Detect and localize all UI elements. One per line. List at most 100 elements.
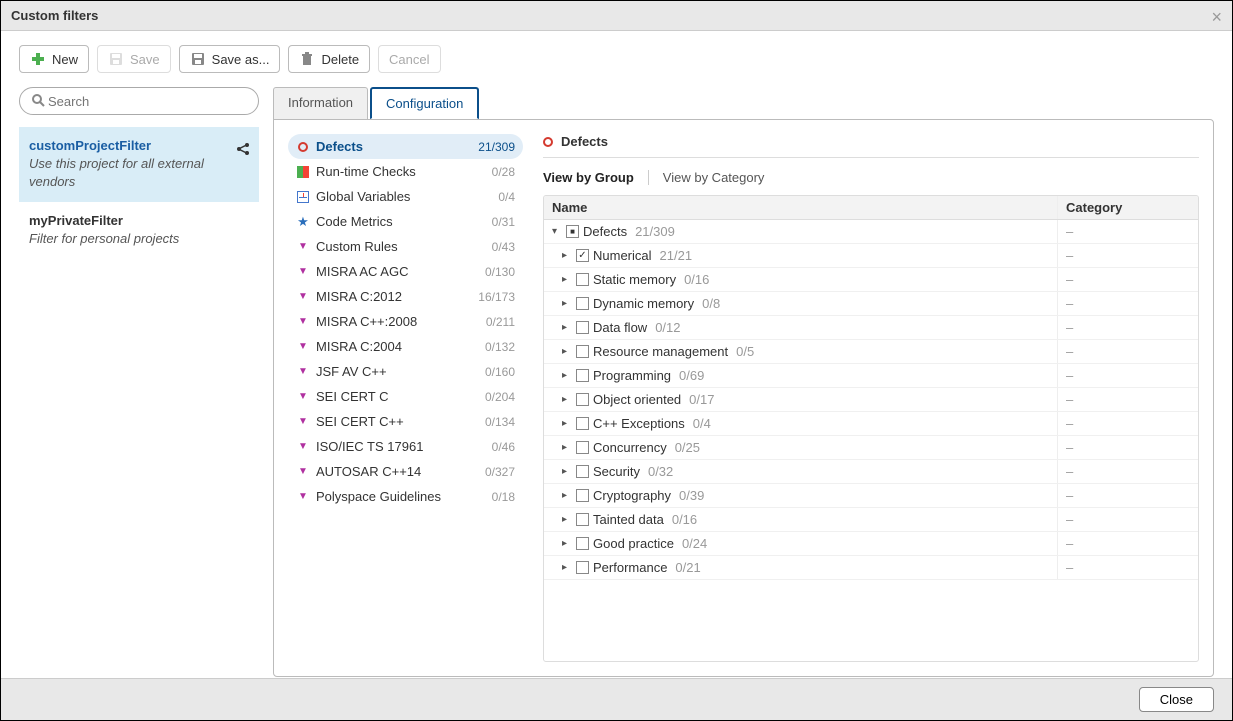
view-by-category[interactable]: View by Category [663,170,765,185]
tree-row[interactable]: Good practice0/24– [544,532,1198,556]
tree-row[interactable]: Data flow0/12– [544,316,1198,340]
category-count: 0/327 [485,465,515,479]
checkbox[interactable] [576,393,589,406]
checkbox[interactable] [576,441,589,454]
checkbox[interactable] [576,273,589,286]
category-row[interactable]: ▼MISRA C:20040/132 [288,334,523,359]
details-title: Defects [561,134,608,149]
tree-row[interactable]: Cryptography0/39– [544,484,1198,508]
caret-icon[interactable] [562,274,572,285]
tab-information[interactable]: Information [273,87,368,119]
tree-row[interactable]: Static memory0/16– [544,268,1198,292]
category-row[interactable]: ▼AUTOSAR C++140/327 [288,459,523,484]
category-row[interactable]: Defects21/309 [288,134,523,159]
checkbox[interactable] [576,561,589,574]
category-label: Code Metrics [316,214,492,229]
search-box[interactable] [19,87,259,115]
checkbox[interactable] [576,369,589,382]
row-category: – [1058,220,1198,243]
caret-icon[interactable] [552,226,562,237]
category-count: 16/173 [478,290,515,304]
checkbox[interactable] [576,465,589,478]
filter-item[interactable]: customProjectFilterUse this project for … [19,127,259,202]
category-label: Global Variables [316,189,498,204]
tabs: Information Configuration [273,87,1214,119]
close-icon[interactable]: × [1211,7,1222,28]
category-row[interactable]: ▼MISRA C++:20080/211 [288,309,523,334]
save-as-icon [190,51,206,67]
category-row[interactable]: ▼ISO/IEC TS 179610/46 [288,434,523,459]
tree-row[interactable]: Numerical21/21– [544,244,1198,268]
tree-row[interactable]: Programming0/69– [544,364,1198,388]
tree-row-root[interactable]: Defects21/309– [544,220,1198,244]
caret-icon[interactable] [562,394,572,405]
tree-row[interactable]: C++ Exceptions0/4– [544,412,1198,436]
checkbox[interactable] [576,417,589,430]
checkbox[interactable] [576,321,589,334]
caret-icon[interactable] [562,370,572,381]
category-row[interactable]: ▼JSF AV C++0/160 [288,359,523,384]
close-button[interactable]: Close [1139,687,1214,712]
col-category-header[interactable]: Category [1058,196,1198,219]
share-icon[interactable] [235,141,251,162]
row-label: Good practice [593,536,674,551]
save-as-button[interactable]: Save as... [179,45,281,73]
filter-desc: Filter for personal projects [29,230,249,248]
row-label: Tainted data [593,512,664,527]
caret-icon[interactable] [562,466,572,477]
row-label: Programming [593,368,671,383]
caret-icon[interactable] [562,538,572,549]
new-label: New [52,52,78,67]
tree-row[interactable]: Dynamic memory0/8– [544,292,1198,316]
tree-row[interactable]: Object oriented0/17– [544,388,1198,412]
new-button[interactable]: New [19,45,89,73]
category-count: 0/4 [498,190,515,204]
category-icon: ▼ [296,465,310,479]
checkbox[interactable] [566,225,579,238]
tree-row[interactable]: Resource management0/5– [544,340,1198,364]
search-input[interactable] [46,93,248,110]
category-row[interactable]: ▼MISRA AC AGC0/130 [288,259,523,284]
category-row[interactable]: ★Code Metrics0/31 [288,209,523,234]
tree-row[interactable]: Performance0/21– [544,556,1198,580]
tree-row[interactable]: Tainted data0/16– [544,508,1198,532]
tree-row[interactable]: Concurrency0/25– [544,436,1198,460]
category-label: MISRA C:2004 [316,339,485,354]
row-label: Dynamic memory [593,296,694,311]
tab-configuration[interactable]: Configuration [370,87,479,119]
filter-item[interactable]: myPrivateFilterFilter for personal proje… [19,202,259,258]
filter-list: customProjectFilterUse this project for … [19,127,259,677]
caret-icon[interactable] [562,490,572,501]
category-count: 0/18 [492,490,515,504]
delete-button[interactable]: Delete [288,45,370,73]
checkbox[interactable] [576,513,589,526]
caret-icon[interactable] [562,250,572,261]
cancel-button: Cancel [378,45,440,73]
category-row[interactable]: ▼Custom Rules0/43 [288,234,523,259]
caret-icon[interactable] [562,562,572,573]
caret-icon[interactable] [562,418,572,429]
row-label: Resource management [593,344,728,359]
category-row[interactable]: Global Variables0/4 [288,184,523,209]
tree-row[interactable]: Security0/32– [544,460,1198,484]
checkbox[interactable] [576,489,589,502]
caret-icon[interactable] [562,298,572,309]
filter-name: myPrivateFilter [29,212,249,230]
category-row[interactable]: Run-time Checks0/28 [288,159,523,184]
checkbox[interactable] [576,249,589,262]
caret-icon[interactable] [562,514,572,525]
category-row[interactable]: ▼SEI CERT C++0/134 [288,409,523,434]
category-row[interactable]: ▼MISRA C:201216/173 [288,284,523,309]
category-icon [296,165,310,179]
caret-icon[interactable] [562,442,572,453]
checkbox[interactable] [576,345,589,358]
view-by-group[interactable]: View by Group [543,170,634,185]
category-count: 0/132 [485,340,515,354]
caret-icon[interactable] [562,346,572,357]
checkbox[interactable] [576,537,589,550]
checkbox[interactable] [576,297,589,310]
caret-icon[interactable] [562,322,572,333]
category-row[interactable]: ▼Polyspace Guidelines0/18 [288,484,523,509]
col-name-header[interactable]: Name [544,196,1058,219]
category-row[interactable]: ▼SEI CERT C0/204 [288,384,523,409]
